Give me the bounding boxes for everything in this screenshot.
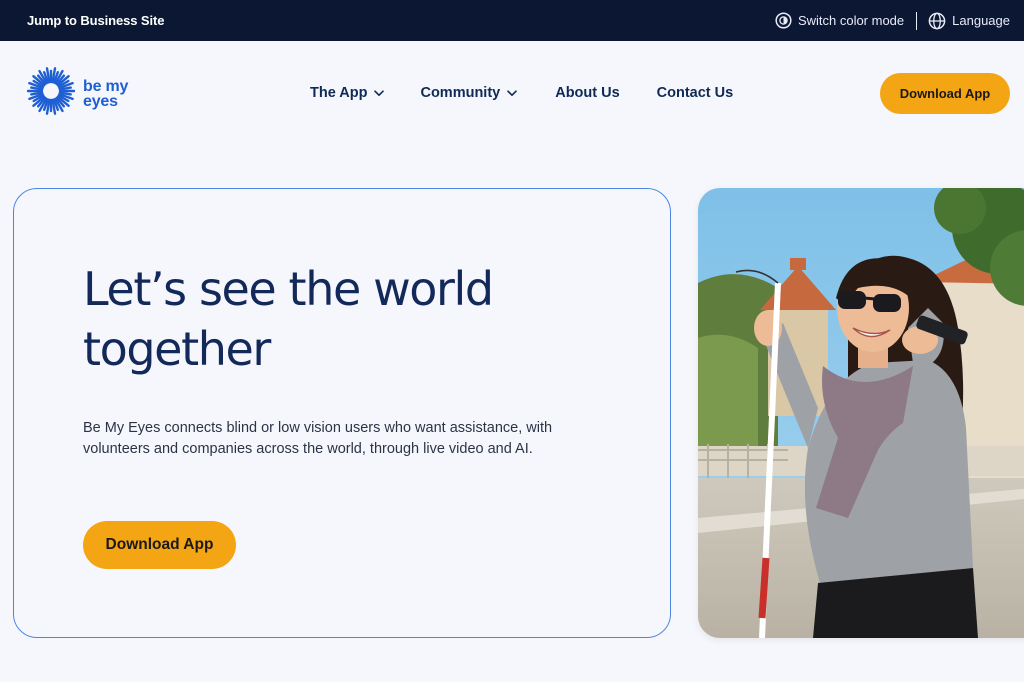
topbar-utilities: Switch color mode Language xyxy=(775,11,1010,30)
jump-to-business-link[interactable]: Jump to Business Site xyxy=(27,13,164,28)
site-header: be my eyes The App Community About Us Co… xyxy=(0,41,1024,147)
language-selector[interactable]: Language xyxy=(928,12,1010,30)
language-label: Language xyxy=(952,13,1010,28)
chevron-down-icon xyxy=(507,85,518,101)
sunburst-logo-icon xyxy=(26,67,76,120)
hero-description: Be My Eyes connects blind or low vision … xyxy=(83,420,553,457)
hero-photo xyxy=(698,188,1024,638)
switch-color-mode-label: Switch color mode xyxy=(797,13,905,28)
hero-card: Let’s see the world together Be My Eyes … xyxy=(13,188,671,638)
nav-about-us[interactable]: About Us xyxy=(555,85,619,101)
switch-color-mode-button[interactable]: Switch color mode xyxy=(775,12,904,29)
nav-community[interactable]: Community xyxy=(420,85,518,101)
topbar-divider xyxy=(916,11,918,30)
nav-contact-us[interactable]: Contact Us xyxy=(657,85,734,101)
nav-the-app-label: The App xyxy=(310,85,368,101)
be-my-eyes-logo[interactable]: be my eyes xyxy=(26,67,128,120)
globe-icon xyxy=(928,12,946,30)
contrast-icon xyxy=(775,12,792,29)
top-utility-bar: Jump to Business Site Switch color mode xyxy=(0,0,1024,41)
logo-wordmark: be my eyes xyxy=(83,78,128,110)
hero-title: Let’s see the world together xyxy=(83,262,494,376)
main-nav: The App Community About Us Contact Us xyxy=(310,85,767,101)
chevron-down-icon xyxy=(374,85,385,101)
header-download-app-button[interactable]: Download App xyxy=(880,73,1010,114)
hero-photo-illustration xyxy=(698,188,1024,638)
hero-download-app-button[interactable]: Download App xyxy=(83,521,236,569)
nav-the-app[interactable]: The App xyxy=(310,85,385,101)
nav-community-label: Community xyxy=(420,85,501,101)
logo-line-2: eyes xyxy=(83,92,118,110)
